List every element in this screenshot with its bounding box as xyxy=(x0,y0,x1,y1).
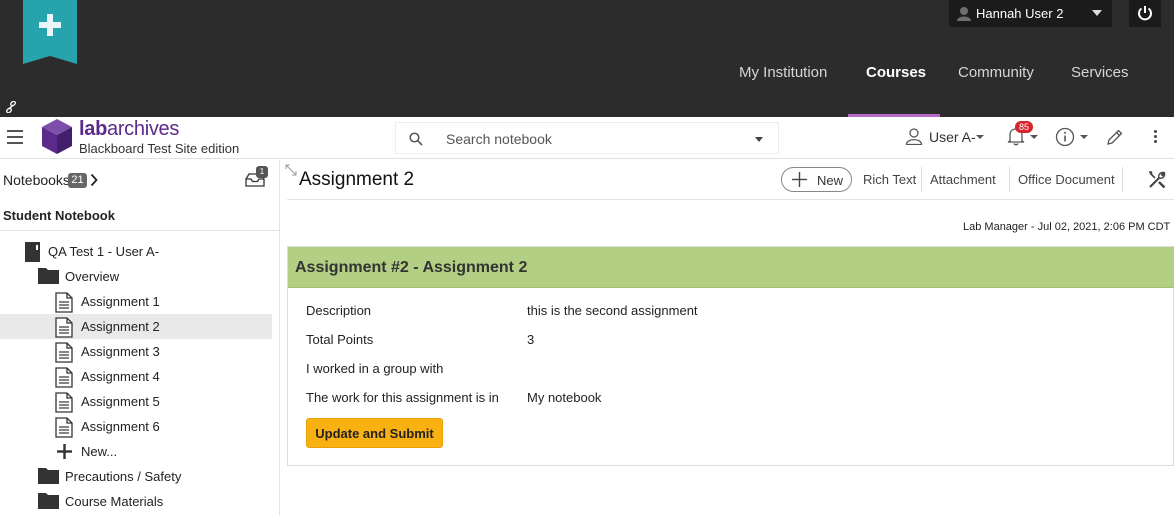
divider xyxy=(0,230,279,231)
field-label-description: Description xyxy=(306,303,372,318)
tree-item-label: Assignment 6 xyxy=(81,419,160,434)
assignment-entry: Assignment #2 - Assignment 2 Description… xyxy=(287,246,1174,466)
user-name: Hannah User 2 xyxy=(976,6,1064,21)
page-icon xyxy=(55,342,73,363)
user-silhouette-icon xyxy=(957,7,971,21)
search-scope-dropdown-icon[interactable] xyxy=(755,137,763,142)
logout-button[interactable] xyxy=(1129,0,1161,27)
field-value-work-location: My notebook xyxy=(527,390,602,405)
tree-item-page[interactable]: Assignment 5 xyxy=(0,389,272,414)
pencil-icon[interactable] xyxy=(1105,127,1125,147)
page-icon xyxy=(55,417,73,438)
nav-services[interactable]: Services xyxy=(1071,64,1129,81)
entry-metadata: Lab Manager - Jul 02, 2021, 2:06 PM CDT xyxy=(963,221,1171,233)
user-icon xyxy=(905,128,923,146)
chevron-right-icon[interactable] xyxy=(90,173,98,187)
page-icon xyxy=(55,317,73,338)
tree-item-folder[interactable]: Overview xyxy=(0,264,272,289)
search-icon xyxy=(409,132,423,146)
field-label-total-points: Total Points xyxy=(306,332,374,347)
notification-count-badge: 85 xyxy=(1015,121,1033,133)
folder-icon xyxy=(38,468,59,484)
new-entry-button[interactable]: New xyxy=(781,167,852,192)
page-content: Assignment 2 New Rich Text Attachment Of… xyxy=(281,160,1174,515)
tree-item-label: Assignment 5 xyxy=(81,394,160,409)
account-menu[interactable]: User A- xyxy=(905,127,984,148)
power-icon xyxy=(1138,6,1152,21)
notebooks-count-badge: 21 xyxy=(68,173,87,188)
link-icon[interactable] xyxy=(5,101,17,113)
page-icon xyxy=(55,367,73,388)
tree-item-page[interactable]: Assignment 4 xyxy=(0,364,272,389)
plus-icon xyxy=(39,14,61,36)
office-document-button[interactable]: Office Document xyxy=(1009,167,1123,192)
tree-item-page-selected[interactable]: Assignment 2 xyxy=(0,314,272,339)
blackboard-header: Hannah User 2 My Institution Courses Com… xyxy=(0,0,1174,117)
folder-icon xyxy=(38,268,59,284)
tree-item-page[interactable]: Assignment 6 xyxy=(0,414,272,439)
update-and-submit-button[interactable]: Update and Submit xyxy=(306,418,443,448)
user-menu[interactable]: Hannah User 2 xyxy=(949,0,1112,27)
field-label-work-location: The work for this assignment is in xyxy=(306,390,499,405)
brand-name: labarchives xyxy=(79,118,180,140)
blackboard-logo[interactable] xyxy=(23,0,77,64)
notebook-sidebar: Notebooks 21 1 Student Notebook QA Test … xyxy=(0,160,280,515)
tools-icon[interactable] xyxy=(1147,170,1167,190)
chevron-down-icon xyxy=(1092,10,1102,16)
field-label-group: I worked in a group with xyxy=(306,361,444,376)
chevron-down-icon xyxy=(976,135,984,139)
tree-item-label: Overview xyxy=(65,269,120,284)
tree-item-label: Assignment 4 xyxy=(81,369,160,384)
edition-label: Blackboard Test Site edition xyxy=(79,141,240,156)
rich-text-button[interactable]: Rich Text xyxy=(855,167,923,192)
resize-handle-icon[interactable] xyxy=(285,164,297,176)
folder-icon xyxy=(38,493,59,509)
labarchives-header: labarchives Blackboard Test Site edition… xyxy=(0,117,1174,159)
tree-item-folder[interactable]: Course Materials xyxy=(0,489,272,514)
more-options-icon[interactable] xyxy=(1154,130,1158,145)
labarchives-logo-icon xyxy=(42,119,72,154)
tree-item-new[interactable]: New... xyxy=(0,439,272,464)
tree-item-label: QA Test 1 - User A- xyxy=(48,244,160,259)
search-notebook[interactable] xyxy=(395,122,779,154)
field-value-description: this is the second assignment xyxy=(527,303,698,318)
entry-header: Assignment #2 - Assignment 2 xyxy=(288,247,1174,288)
tree-item-page[interactable]: Assignment 1 xyxy=(0,289,272,314)
tree-item-label: Assignment 3 xyxy=(81,344,160,359)
page-title: Assignment 2 xyxy=(299,169,415,190)
inbox-count-badge: 1 xyxy=(256,166,268,178)
plus-icon xyxy=(57,444,72,459)
tree-item-label: Assignment 2 xyxy=(81,319,160,334)
divider xyxy=(287,199,1174,200)
tree-item-label: Course Materials xyxy=(65,494,164,509)
field-value-total-points: 3 xyxy=(527,332,535,347)
nav-community[interactable]: Community xyxy=(958,64,1034,81)
hamburger-menu-icon[interactable] xyxy=(7,130,23,148)
chevron-down-icon[interactable] xyxy=(1080,135,1088,139)
tree-item-label: Precautions / Safety xyxy=(65,469,182,484)
notebook-title: Student Notebook xyxy=(3,208,115,223)
tree-item-label: Assignment 1 xyxy=(81,294,160,309)
tree-item-page[interactable]: Assignment 3 xyxy=(0,339,272,364)
nav-my-institution[interactable]: My Institution xyxy=(739,64,827,81)
search-input[interactable] xyxy=(446,129,736,149)
tree-item-label: New... xyxy=(81,444,118,459)
notebook-icon xyxy=(25,242,40,262)
new-button-label: New xyxy=(817,173,844,188)
nav-courses[interactable]: Courses xyxy=(866,64,926,81)
notebooks-link[interactable]: Notebooks xyxy=(3,172,70,188)
info-icon[interactable] xyxy=(1055,127,1075,147)
attachment-button[interactable]: Attachment xyxy=(921,167,1003,192)
chevron-down-icon[interactable] xyxy=(1030,135,1038,139)
page-icon xyxy=(55,292,73,313)
tree-item-folder[interactable]: Precautions / Safety xyxy=(0,464,272,489)
page-icon xyxy=(55,392,73,413)
plus-icon xyxy=(792,172,807,187)
entry-title: Assignment #2 - Assignment 2 xyxy=(295,259,528,276)
account-name: User A- xyxy=(929,129,976,145)
tree-item-notebook[interactable]: QA Test 1 - User A- xyxy=(0,239,272,264)
